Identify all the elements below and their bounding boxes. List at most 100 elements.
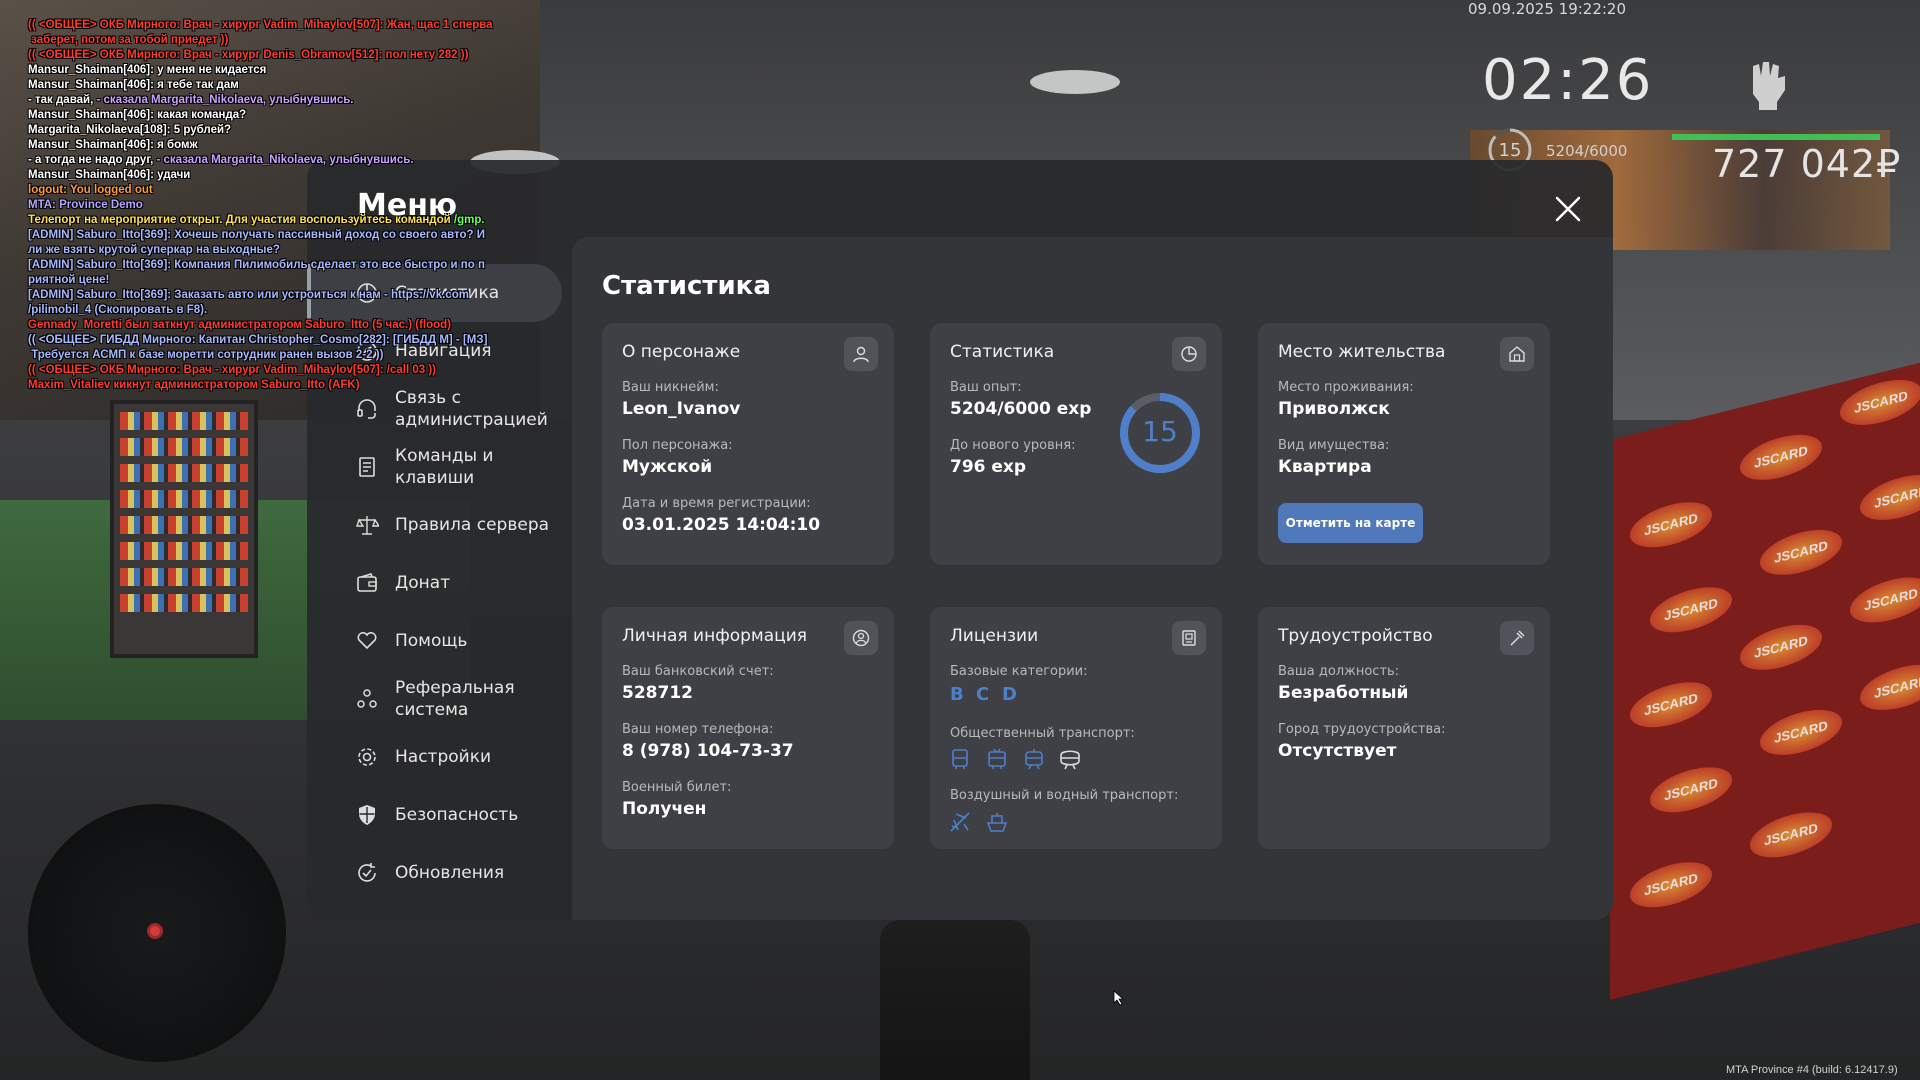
place-label: Место проживания: [1278, 380, 1414, 395]
bank-value: 528712 [622, 683, 693, 703]
sidebar-item-label: Правила сервера [395, 515, 550, 535]
property-type-label: Вид имущества: [1278, 438, 1390, 453]
hud-health-bar [1672, 134, 1880, 140]
sidebar-item-label: Обновления [395, 863, 505, 883]
sidebar-item-label: Настройки [395, 747, 492, 767]
player-character [880, 920, 1030, 1080]
sidebar-item-commands[interactable]: Команды и клавиши [307, 438, 562, 496]
chat-text: Mansur_Shaiman[406]: какая команда? [28, 109, 247, 121]
card-title: О персонаже [622, 342, 741, 362]
chat-text: Margarita_Nikolaeva[108]: 5 рублей? [28, 124, 232, 136]
chat-text: Mansur_Shaiman[406]: удачи [28, 169, 191, 181]
chat-text: Gennady_Moretti был заткнут администрато… [28, 319, 452, 331]
chat-line: Gennady_Moretti был заткнут администрато… [28, 318, 538, 333]
hud-level: 15 [1498, 140, 1522, 161]
chat-text: (( <ОБЩЕЕ> ОКБ Мирного: Врач - хирург De… [28, 49, 469, 61]
chat-text: - сказала Margarita_Nikolaeva, улыбнувши… [96, 94, 354, 106]
chat-text: - сказала Margarita_Nikolaeva, улыбнувши… [156, 154, 414, 166]
headset-icon [357, 399, 376, 419]
sidebar-item-donate[interactable]: Донат [307, 554, 562, 612]
tram-icon [1025, 749, 1043, 770]
chat-line: Mansur_Shaiman[406]: я бомж [28, 138, 538, 153]
license-category-d: D [1002, 684, 1017, 705]
public-transport-label: Общественный транспорт: [950, 726, 1135, 741]
card-title: Лицензии [950, 626, 1039, 646]
job-label: Ваша должность: [1278, 664, 1400, 679]
hud-clock: 02:26 [1482, 48, 1654, 113]
minimap [28, 804, 286, 1062]
chat-text: Maxim_Vitaliev кикнут администратором Sa… [28, 379, 360, 391]
chat-text: риятной цене! [28, 274, 110, 286]
exp-value: 5204/6000 exp [950, 399, 1092, 419]
chat-text: заберет, потом за тобой приедет )) [28, 34, 229, 46]
mark-on-map-button[interactable]: Отметить на карте [1278, 503, 1423, 543]
card-employment: Трудоустройство Ваша должность: Безработ… [1258, 607, 1550, 849]
chat-line: [ADMIN] Saburo_Itto[369]: Хочешь получат… [28, 228, 538, 243]
chat-text: (( <ОБЩЕЕ> ОКБ Мирного: Врач - хирург Va… [28, 364, 437, 376]
close-icon[interactable] [1551, 192, 1585, 226]
bus-icon [952, 749, 968, 769]
sidebar-item-help[interactable]: Помощь [307, 612, 562, 670]
chat-line: logout: You logged out [28, 183, 538, 198]
chat-text: (( <ОБЩЕЕ> ГИБДД Мирного: Капитан Christ… [28, 334, 488, 346]
jscard-wall: JSCARD JSCARD JSCARD JSCARD JSCARD JSCAR… [1610, 362, 1920, 1000]
chat-line: Требуется АСМП к базе моретти сотрудник … [28, 348, 538, 363]
shield-icon [359, 805, 375, 825]
chat-line: Mansur_Shaiman[406]: у меня не кидается [28, 63, 538, 78]
license-category-b: B [950, 684, 964, 705]
card-title: Статистика [950, 342, 1055, 362]
profile-circle-icon [844, 621, 878, 655]
nickname-value: Leon_Ivanov [622, 399, 741, 419]
chat-line: /pilimobil_4 (Скопировать в F8). [28, 303, 538, 318]
chat-line: Maxim_Vitaliev кикнут администратором Sa… [28, 378, 538, 393]
chat-line: Mansur_Shaiman[406]: удачи [28, 168, 538, 183]
sidebar-item-updates[interactable]: Обновления [307, 844, 562, 902]
military-value: Получен [622, 799, 707, 819]
chat-log: (( <ОБЩЕЕ> ОКБ Мирного: Врач - хирург Va… [28, 18, 538, 393]
level-value: 15 [1142, 415, 1178, 448]
job-city-value: Отсутствует [1278, 741, 1397, 761]
base-categories-label: Базовые категории: [950, 664, 1088, 679]
chat-text: - а тогда не надо друг, [28, 154, 157, 166]
chat-line: Mansur_Shaiman[406]: какая команда? [28, 108, 538, 123]
chat-text: [ADMIN] Saburo_Itto[369]: Хочешь получат… [28, 229, 486, 241]
chat-line: заберет, потом за тобой приедет )) [28, 33, 538, 48]
vending-machine [110, 400, 258, 658]
job-value: Безработный [1278, 683, 1409, 703]
hammer-icon [1500, 621, 1534, 655]
gear-icon [358, 748, 376, 766]
wallet-icon [357, 573, 377, 592]
property-type-value: Квартира [1278, 457, 1372, 477]
scales-icon [356, 516, 379, 535]
chat-line: [ADMIN] Saburo_Itto[369]: Компания Пилим… [28, 258, 538, 273]
card-character: О персонаже Ваш никнейм: Leon_Ivanov Пол… [602, 323, 894, 565]
minimap-player-marker [147, 923, 163, 939]
page-title: Статистика [602, 271, 771, 301]
card-title: Трудоустройство [1278, 626, 1433, 646]
chat-text: logout: You logged out [28, 184, 153, 196]
hud-exp: 5204/6000 [1546, 142, 1628, 160]
chat-line: ли же взять крутой суперкар на выходные? [28, 243, 538, 258]
chat-line: [ADMIN] Saburo_Itto[369]: Заказать авто … [28, 288, 538, 303]
chat-line: - а тогда не надо друг, - сказала Margar… [28, 153, 538, 168]
chat-text: [ADMIN] Saburo_Itto[369]: Заказать авто … [28, 289, 469, 301]
sidebar-item-security[interactable]: Безопасность [307, 786, 562, 844]
refresh-icon [358, 863, 376, 882]
chat-line: MTA: Province Demo [28, 198, 538, 213]
bank-label: Ваш банковский счет: [622, 664, 774, 679]
license-icon [1172, 621, 1206, 655]
chat-line: Mansur_Shaiman[406]: я тебе так дам [28, 78, 538, 93]
people-icon [357, 689, 377, 708]
card-residence: Место жительства Место проживания: Приво… [1258, 323, 1550, 565]
sidebar-item-settings[interactable]: Настройки [307, 728, 562, 786]
sidebar-item-rules[interactable]: Правила сервера [307, 496, 562, 554]
chat-line: - так давай, - сказала Margarita_Nikolae… [28, 93, 538, 108]
chat-text: Mansur_Shaiman[406]: я бомж [28, 139, 198, 151]
chat-text: ли же взять крутой суперкар на выходные? [28, 244, 280, 256]
registration-value: 03.01.2025 14:04:10 [622, 515, 821, 535]
hud-datetime: 09.09.2025 19:22:20 [1468, 0, 1627, 18]
content-area: Статистика О персонаже Ваш никнейм: Leon… [572, 237, 1613, 920]
house-icon [1500, 337, 1534, 371]
sidebar-item-referral[interactable]: Реферальная система [307, 670, 562, 728]
card-title: Место жительства [1278, 342, 1446, 362]
